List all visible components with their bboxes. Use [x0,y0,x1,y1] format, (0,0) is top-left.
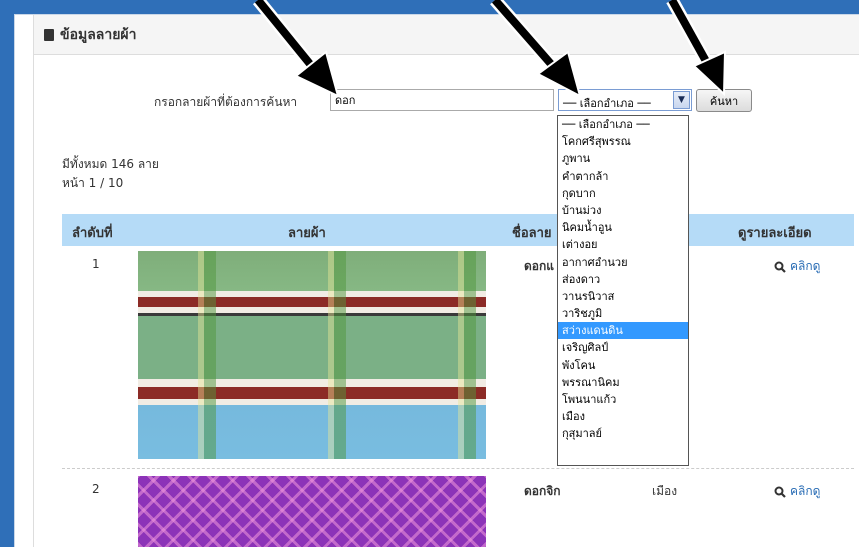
panel-header: ข้อมูลลายผ้า [34,15,859,55]
dropdown-option[interactable]: กุสุมาลย์ [558,425,688,442]
dropdown-option[interactable]: เต่างอย [558,236,688,253]
header-name: ชื่อลาย [512,226,552,241]
search-button[interactable]: ค้นหา [696,89,752,112]
total-count: มีทั้งหมด 146 ลาย [62,157,159,171]
header-order: ลำดับที่ [72,226,113,241]
district-select[interactable]: ── เลือกอำเภอ ── ▼ [558,89,692,111]
dropdown-option[interactable]: นิคมน้ำอูน [558,219,688,236]
magnifier-icon [774,486,786,498]
district-dropdown-list[interactable]: ── เลือกอำเภอ ── โคกศรีสุพรรณ ภูพาน คำตา… [557,115,689,466]
table-header: ลำดับที่ ลายผ้า ชื่อลาย ดูรายละเอียด [62,214,854,246]
row-2-name: ดอกจิก [524,484,561,498]
dropdown-option[interactable]: โพนนาแก้ว [558,391,688,408]
row-1-name: ดอกแ [524,259,554,273]
magnifier-icon [774,261,786,273]
detail-label: คลิกดู [790,259,821,273]
row-2-district: เมือง [652,484,678,498]
row-1-number: 1 [92,257,100,271]
header-detail: ดูรายละเอียด [738,226,812,241]
row-divider [62,468,854,469]
dropdown-option[interactable]: เจริญศิลป์ [558,339,688,356]
header-pattern: ลายผ้า [288,226,326,241]
dropdown-option[interactable]: บ้านม่วง [558,202,688,219]
panel-title: ข้อมูลลายผ้า [60,26,137,43]
row-2-detail-link[interactable]: คลิกดู [774,482,820,501]
row-2-number: 2 [92,482,100,496]
dropdown-option[interactable]: พังโคน [558,357,688,374]
dropdown-option-highlighted[interactable]: สว่างแดนดิน [558,322,688,340]
page-info: หน้า 1 / 10 [62,176,124,190]
dropdown-option[interactable]: พรรณานิคม [558,374,688,391]
dropdown-option[interactable]: ── เลือกอำเภอ ── [558,116,688,133]
dropdown-option[interactable]: ส่องดาว [558,271,688,288]
search-input[interactable] [330,89,554,111]
dropdown-option[interactable]: วานรนิวาส [558,288,688,305]
dropdown-option[interactable]: คำตากล้า [558,168,688,185]
row-1-detail-link[interactable]: คลิกดู [774,257,820,276]
district-select-value: ── เลือกอำเภอ ── [563,97,651,110]
dropdown-option[interactable]: อากาศอำนวย [558,254,688,271]
dropdown-option[interactable]: เมือง [558,408,688,425]
book-icon [44,28,54,41]
search-row: กรอกลายผ้าที่ต้องการค้นหา ── เลือกอำเภอ … [34,89,859,113]
dropdown-option[interactable]: ภูพาน [558,150,688,167]
pattern-image-1[interactable] [138,251,486,459]
dropdown-option[interactable]: โคกศรีสุพรรณ [558,133,688,150]
pattern-image-2[interactable] [138,476,486,547]
chevron-down-icon[interactable]: ▼ [673,91,690,109]
search-label: กรอกลายผ้าที่ต้องการค้นหา [154,95,298,109]
detail-label: คลิกดู [790,484,821,498]
dropdown-option[interactable]: วาริชภูมิ [558,305,688,322]
dropdown-option[interactable]: กุดบาก [558,185,688,202]
content-panel: ข้อมูลลายผ้า กรอกลายผ้าที่ต้องการค้นหา ─… [33,15,859,547]
